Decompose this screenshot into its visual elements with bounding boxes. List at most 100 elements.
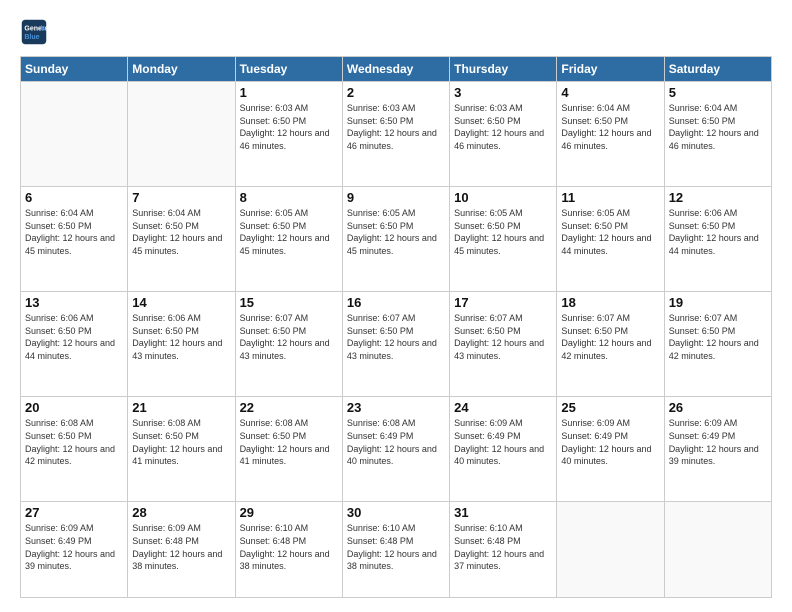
calendar-cell: 1Sunrise: 6:03 AM Sunset: 6:50 PM Daylig… [235,82,342,187]
day-info: Sunrise: 6:06 AM Sunset: 6:50 PM Dayligh… [132,312,230,362]
weekday-header: Wednesday [342,57,449,82]
day-number: 12 [669,190,767,205]
day-number: 20 [25,400,123,415]
calendar-cell: 18 Sunrise: 6:07 AM Sunset: 6:50 PM Dayli… [557,292,664,397]
day-number: 16 [347,295,445,310]
calendar-cell: 10 Sunrise: 6:05 AM Sunset: 6:50 PM Dayli… [450,187,557,292]
day-number: 21 [132,400,230,415]
day-info: Sunrise: 6:04 AM Sunset: 6:50 PM Dayligh… [561,102,659,152]
day-info: Sunrise: 6:07 AM Sunset: 6:50 PM Dayligh… [454,312,552,362]
day-info: Sunrise: 6:05 AM Sunset: 6:50 PM Dayligh… [240,207,338,257]
weekday-header: Sunday [21,57,128,82]
day-number: 3 [454,85,552,100]
day-number: 13 [25,295,123,310]
calendar-cell: 19Sunrise: 6:07 AM Sunset: 6:50 PM Dayli… [664,292,771,397]
day-info: Sunrise: 6:10 AM Sunset: 6:48 PM Dayligh… [240,522,338,572]
calendar-cell: 14 Sunrise: 6:06 AM Sunset: 6:50 PM Dayli… [128,292,235,397]
calendar-cell: 12 Sunrise: 6:06 AM Sunset: 6:50 PM Dayli… [664,187,771,292]
day-number: 10 [454,190,552,205]
day-info: Sunrise: 6:07 AM Sunset: 6:50 PM Dayligh… [561,312,659,362]
day-info: Sunrise: 6:04 AM Sunset: 6:50 PM Dayligh… [25,207,123,257]
calendar-week-row: 6 Sunrise: 6:04 AM Sunset: 6:50 PM Daylig… [21,187,772,292]
calendar-cell: 3 Sunrise: 6:03 AM Sunset: 6:50 PM Daylig… [450,82,557,187]
svg-text:Blue: Blue [24,34,39,41]
calendar-cell: 9Sunrise: 6:05 AM Sunset: 6:50 PM Daylig… [342,187,449,292]
calendar-cell: 20Sunrise: 6:08 AM Sunset: 6:50 PM Dayli… [21,397,128,502]
day-info: Sunrise: 6:10 AM Sunset: 6:48 PM Dayligh… [347,522,445,572]
calendar-body: 1 Sunrise: 6:03 AM Sunset: 6:50 PM Daylig… [21,82,772,598]
calendar-cell [557,502,664,598]
day-info: Sunrise: 6:07 AM Sunset: 6:50 PM Dayligh… [347,312,445,362]
day-number: 8 [240,190,338,205]
calendar-cell: 26 Sunrise: 6:09 AM Sunset: 6:49 PM Dayli… [664,397,771,502]
weekday-header: Saturday [664,57,771,82]
calendar-cell: 22 Sunrise: 6:08 AM Sunset: 6:50 PM Dayli… [235,397,342,502]
calendar-week-row: 20 Sunrise: 6:08 AM Sunset: 6:50 PM Dayli… [21,397,772,502]
day-number: 26 [669,400,767,415]
calendar-cell: 29 Sunrise: 6:10 AM Sunset: 6:48 PM Dayli… [235,502,342,598]
calendar-cell: 27 Sunrise: 6:09 AM Sunset: 6:49 PM Dayli… [21,502,128,598]
day-info: Sunrise: 6:10 AM Sunset: 6:48 PM Dayligh… [454,522,552,572]
day-info: Sunrise: 6:05 AM Sunset: 6:50 PM Dayligh… [347,207,445,257]
day-info: Sunrise: 6:05 AM Sunset: 6:50 PM Dayligh… [561,207,659,257]
calendar-cell: 17 Sunrise: 6:07 AM Sunset: 6:50 PM Dayli… [450,292,557,397]
day-number: 7 [132,190,230,205]
day-info: Sunrise: 6:05 AM Sunset: 6:50 PM Dayligh… [454,207,552,257]
calendar-cell: 15 Sunrise: 6:07 AM Sunset: 6:50 PM Dayli… [235,292,342,397]
day-number: 24 [454,400,552,415]
day-info: Sunrise: 6:03 AM Sunset: 6:50 PM Dayligh… [347,102,445,152]
day-number: 14 [132,295,230,310]
calendar-week-row: 1 Sunrise: 6:03 AM Sunset: 6:50 PM Daylig… [21,82,772,187]
calendar-cell: 23 Sunrise: 6:08 AM Sunset: 6:49 PM Dayli… [342,397,449,502]
day-info: Sunrise: 6:07 AM Sunset: 6:50 PM Dayligh… [240,312,338,362]
calendar-cell [21,82,128,187]
day-info: Sunrise: 6:08 AM Sunset: 6:50 PM Dayligh… [132,417,230,467]
day-info: Sunrise: 6:06 AM Sunset: 6:50 PM Dayligh… [25,312,123,362]
day-number: 23 [347,400,445,415]
day-info: Sunrise: 6:03 AM Sunset: 6:50 PM Dayligh… [454,102,552,152]
calendar-cell: 7Sunrise: 6:04 AM Sunset: 6:50 PM Daylig… [128,187,235,292]
calendar-cell: 13 Sunrise: 6:06 AM Sunset: 6:50 PM Dayli… [21,292,128,397]
day-number: 17 [454,295,552,310]
header: General Blue [20,18,772,46]
day-number: 15 [240,295,338,310]
calendar-cell: 28Sunrise: 6:09 AM Sunset: 6:48 PM Dayli… [128,502,235,598]
calendar-cell: 5 Sunrise: 6:04 AM Sunset: 6:50 PM Daylig… [664,82,771,187]
calendar-cell: 4 Sunrise: 6:04 AM Sunset: 6:50 PM Daylig… [557,82,664,187]
day-number: 22 [240,400,338,415]
day-number: 29 [240,505,338,520]
weekday-row: SundayMondayTuesdayWednesdayThursdayFrid… [21,57,772,82]
calendar-cell: 6 Sunrise: 6:04 AM Sunset: 6:50 PM Daylig… [21,187,128,292]
day-number: 5 [669,85,767,100]
day-number: 28 [132,505,230,520]
weekday-header: Friday [557,57,664,82]
calendar-cell [664,502,771,598]
day-info: Sunrise: 6:07 AM Sunset: 6:50 PM Dayligh… [669,312,767,362]
day-number: 27 [25,505,123,520]
calendar-cell: 31Sunrise: 6:10 AM Sunset: 6:48 PM Dayli… [450,502,557,598]
calendar-week-row: 27 Sunrise: 6:09 AM Sunset: 6:49 PM Dayli… [21,502,772,598]
day-info: Sunrise: 6:09 AM Sunset: 6:49 PM Dayligh… [669,417,767,467]
calendar-cell: 8 Sunrise: 6:05 AM Sunset: 6:50 PM Daylig… [235,187,342,292]
day-number: 11 [561,190,659,205]
day-number: 25 [561,400,659,415]
page: General Blue SundayMondayTuesdayWednesda… [0,0,792,612]
calendar-cell: 21 Sunrise: 6:08 AM Sunset: 6:50 PM Dayli… [128,397,235,502]
day-info: Sunrise: 6:04 AM Sunset: 6:50 PM Dayligh… [669,102,767,152]
day-info: Sunrise: 6:06 AM Sunset: 6:50 PM Dayligh… [669,207,767,257]
calendar: SundayMondayTuesdayWednesdayThursdayFrid… [20,56,772,598]
calendar-cell: 24Sunrise: 6:09 AM Sunset: 6:49 PM Dayli… [450,397,557,502]
day-number: 1 [240,85,338,100]
calendar-cell: 11 Sunrise: 6:05 AM Sunset: 6:50 PM Dayli… [557,187,664,292]
calendar-cell: 16 Sunrise: 6:07 AM Sunset: 6:50 PM Dayli… [342,292,449,397]
calendar-week-row: 13 Sunrise: 6:06 AM Sunset: 6:50 PM Dayli… [21,292,772,397]
day-info: Sunrise: 6:09 AM Sunset: 6:49 PM Dayligh… [25,522,123,572]
day-number: 18 [561,295,659,310]
day-info: Sunrise: 6:08 AM Sunset: 6:49 PM Dayligh… [347,417,445,467]
day-info: Sunrise: 6:08 AM Sunset: 6:50 PM Dayligh… [240,417,338,467]
weekday-header: Monday [128,57,235,82]
calendar-cell: 2Sunrise: 6:03 AM Sunset: 6:50 PM Daylig… [342,82,449,187]
calendar-cell: 25Sunrise: 6:09 AM Sunset: 6:49 PM Dayli… [557,397,664,502]
day-number: 4 [561,85,659,100]
day-number: 6 [25,190,123,205]
